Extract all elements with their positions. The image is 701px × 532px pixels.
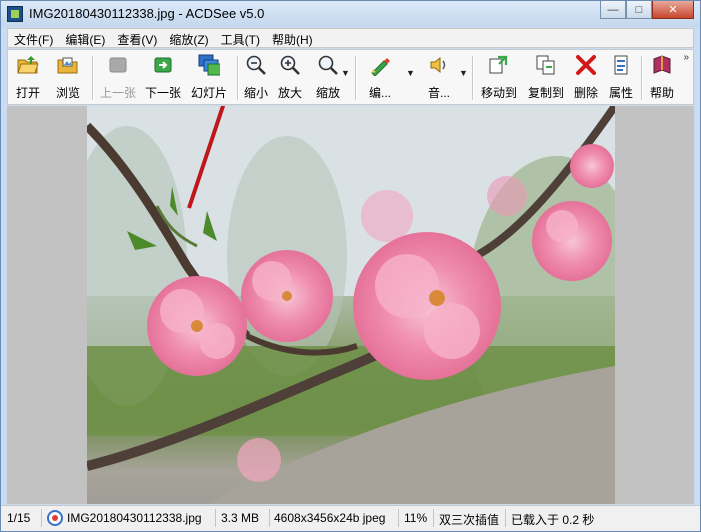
status-separator <box>269 509 270 527</box>
properties-button[interactable]: 属性 <box>609 54 633 101</box>
status-resample: 双三次插值 <box>439 513 500 527</box>
audio-dropdown-arrow-icon[interactable]: ▼ <box>459 68 468 78</box>
status-load-time: 已载入于 0.2 秒 <box>511 513 595 527</box>
menu-bar: 文件(F) 编辑(E) 查看(V) 缩放(Z) 工具(T) 帮助(H) <box>7 28 694 48</box>
edit-label: 编... <box>369 86 392 100</box>
status-filesize: 3.3 MB <box>221 511 260 525</box>
copy-to-button[interactable]: 复制到 <box>528 54 564 101</box>
close-button[interactable]: ✕ <box>652 1 694 19</box>
title-bar[interactable]: IMG20180430112338.jpg - ACDSee v5.0 — □ … <box>1 1 700 27</box>
toolbar-separator <box>237 56 239 100</box>
status-separator <box>41 509 42 527</box>
image-viewer-area[interactable] <box>7 106 694 504</box>
open-button[interactable]: 打开 <box>16 54 40 101</box>
move-to-button[interactable]: 移动到 <box>481 54 517 101</box>
open-folder-icon <box>17 54 39 76</box>
zoom-in-button[interactable]: 放大 <box>278 54 302 101</box>
menu-help[interactable]: 帮助(H) <box>266 29 319 47</box>
maximize-button[interactable]: □ <box>626 1 652 19</box>
zoom-label: 缩放 <box>316 86 341 100</box>
copy-to-label: 复制到 <box>528 86 565 100</box>
zoom-button[interactable]: 缩放 <box>316 54 340 101</box>
move-to-icon <box>488 54 510 76</box>
move-to-label: 移动到 <box>481 86 518 100</box>
acdsee-file-icon <box>47 510 63 529</box>
next-image-button[interactable]: 下一张 <box>145 54 181 101</box>
status-separator <box>215 509 216 527</box>
window-controls: — □ ✕ <box>600 1 694 19</box>
prev-label: 上一张 <box>100 86 137 100</box>
speaker-icon <box>428 54 450 76</box>
zoom-magnifier-icon <box>317 54 339 76</box>
image-index: 1/15 <box>7 511 31 525</box>
audio-button[interactable]: 音... <box>428 54 450 101</box>
slideshow-label: 幻灯片 <box>191 86 228 100</box>
edit-button[interactable]: 编... <box>369 54 391 101</box>
zoom-dropdown-arrow-icon[interactable]: ▼ <box>341 68 350 78</box>
status-bar: 1/15 IMG20180430112338.jpg 3.3 MB 4608x3… <box>1 505 700 531</box>
status-dimensions: 4608x3456x24b jpeg <box>274 511 386 525</box>
next-label: 下一张 <box>145 86 182 100</box>
delete-button[interactable]: 删除 <box>574 54 598 101</box>
slideshow-icon <box>198 54 220 76</box>
zoom-out-button[interactable]: 缩小 <box>244 54 268 101</box>
delete-x-icon <box>575 54 597 76</box>
help-book-icon <box>651 54 673 76</box>
slideshow-button[interactable]: 幻灯片 <box>191 54 227 101</box>
copy-to-icon <box>535 54 557 76</box>
menu-file[interactable]: 文件(F) <box>8 29 59 47</box>
acdsee-app-icon <box>7 6 23 22</box>
toolbar-overflow-chevron-icon[interactable]: » <box>683 52 689 63</box>
properties-icon <box>610 54 632 76</box>
audio-label: 音... <box>428 86 451 100</box>
zoom-out-label: 缩小 <box>244 86 269 100</box>
toolbar-separator <box>472 56 474 100</box>
zoom-in-magnifier-icon <box>279 54 301 76</box>
prev-image-button[interactable]: 上一张 <box>100 54 136 101</box>
edit-dropdown-arrow-icon[interactable]: ▼ <box>406 68 415 78</box>
browse-button[interactable]: 浏览 <box>56 54 80 101</box>
menu-tools[interactable]: 工具(T) <box>215 29 266 47</box>
status-zoom: 11% <box>404 511 428 525</box>
status-separator <box>433 509 434 527</box>
status-filename: IMG20180430112338.jpg <box>67 511 202 525</box>
red-annotation-arrow <box>187 106 226 209</box>
toolbar: 打开 浏览 上一张 下一张 幻灯片 缩小 放大 缩放 ▼ 编... ▼ 音...… <box>7 49 694 105</box>
menu-view[interactable]: 查看(V) <box>111 29 163 47</box>
zoom-in-label: 放大 <box>278 86 303 100</box>
browse-folder-icon <box>57 54 79 76</box>
properties-label: 属性 <box>609 86 634 100</box>
toolbar-separator <box>641 56 643 100</box>
status-separator <box>398 509 399 527</box>
status-separator <box>505 509 506 527</box>
toolbar-separator <box>355 56 357 100</box>
help-button[interactable]: 帮助 <box>650 54 674 101</box>
open-label: 打开 <box>16 86 41 100</box>
browse-label: 浏览 <box>56 86 81 100</box>
help-label: 帮助 <box>650 86 675 100</box>
acdsee-window: IMG20180430112338.jpg - ACDSee v5.0 — □ … <box>0 0 701 532</box>
delete-label: 删除 <box>574 86 599 100</box>
zoom-out-magnifier-icon <box>245 54 267 76</box>
prev-image-icon <box>107 54 129 76</box>
menu-edit[interactable]: 编辑(E) <box>59 29 111 47</box>
edit-pen-icon <box>369 54 391 76</box>
window-title: IMG20180430112338.jpg - ACDSee v5.0 <box>29 6 265 21</box>
next-image-icon <box>152 54 174 76</box>
toolbar-separator <box>92 56 94 100</box>
minimize-button[interactable]: — <box>600 1 626 19</box>
menu-zoom[interactable]: 缩放(Z) <box>163 29 214 47</box>
